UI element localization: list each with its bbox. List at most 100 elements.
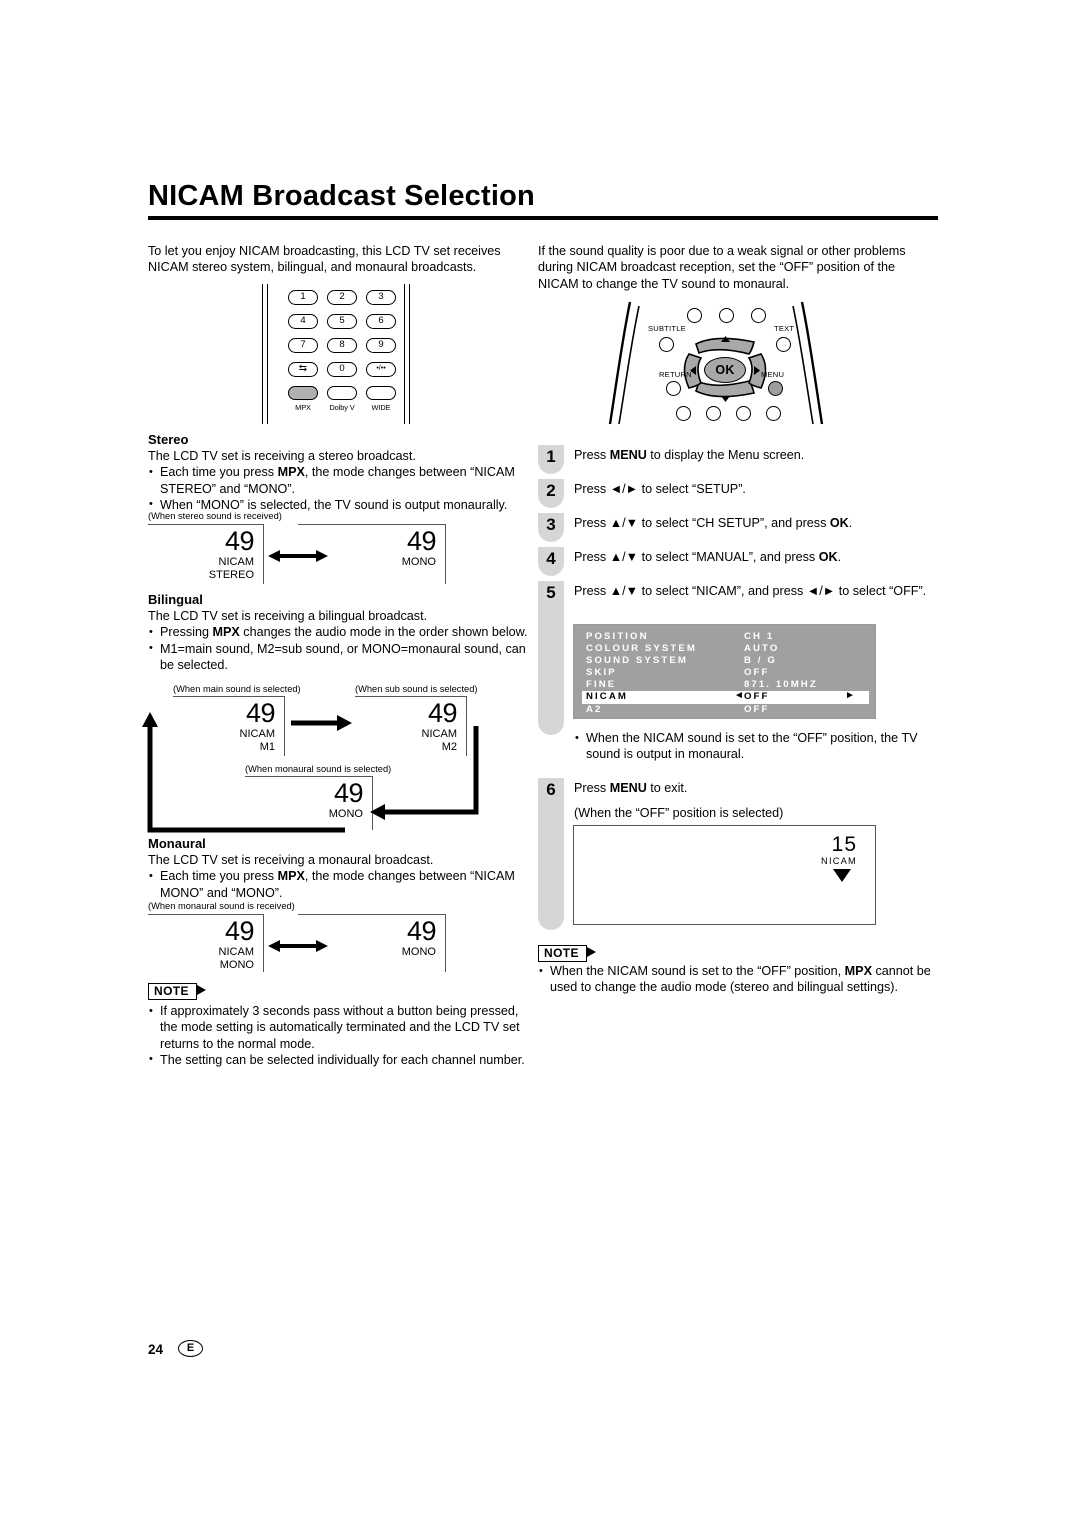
bilingual-section: Bilingual The LCD TV set is receiving a …: [148, 592, 530, 673]
bottom-button-3[interactable]: [736, 406, 751, 421]
key-1[interactable]: 1: [288, 290, 318, 305]
step-4-bold: OK: [818, 550, 838, 564]
swap-channel-icon[interactable]: ⇆: [288, 362, 318, 377]
key-9[interactable]: 9: [366, 338, 396, 353]
text-button[interactable]: [776, 337, 791, 352]
osd-row-skip-value: OFF: [744, 667, 770, 678]
step-5-text: Press ▲/▼ to select “NICAM”, and press ◄…: [574, 581, 934, 600]
bilingual-bullet-1: Pressing MPX changes the audio mode in t…: [148, 624, 530, 641]
key-8[interactable]: 8: [327, 338, 357, 353]
note-right-bullet-key: MPX: [844, 964, 872, 978]
return-button[interactable]: [666, 381, 681, 396]
step-2-number: 2: [538, 479, 564, 508]
osd-note-bullet-block: When the NICAM sound is set to the “OFF”…: [574, 730, 934, 763]
bilingual-description: The LCD TV set is receiving a bilingual …: [148, 609, 428, 623]
title-divider: [148, 216, 938, 220]
stereo-bullet-1: Each time you press MPX, the mode change…: [148, 464, 530, 497]
step-1-post: to display the Menu screen.: [646, 448, 805, 462]
monaural-box-right-number: 49: [406, 916, 437, 946]
remote-edge-right: [404, 284, 410, 424]
channel-display-box: 15 NICAM: [573, 825, 876, 925]
step-4-number: 4: [538, 547, 564, 576]
osd-row-position-value: CH 1: [744, 631, 775, 642]
stereo-box-left-label: NICAM STEREO: [208, 556, 254, 581]
ok-button[interactable]: OK: [704, 357, 746, 383]
page-number: 24: [148, 1342, 164, 1357]
key-6[interactable]: 6: [366, 314, 396, 329]
step-6-bold: MENU: [609, 781, 647, 795]
key-0[interactable]: 0: [327, 362, 357, 377]
subtitle-button[interactable]: [659, 337, 674, 352]
monaural-box-left-label: NICAM MONO: [218, 946, 254, 971]
wide-button[interactable]: [366, 386, 396, 400]
note-badge-left: NOTE: [148, 982, 206, 1000]
page-title: NICAM Broadcast Selection: [148, 180, 535, 212]
monaural-box-nicam-mono: 49 NICAM MONO: [148, 914, 264, 972]
bilingual-bullet-1-post: changes the audio mode in the order show…: [239, 625, 528, 640]
subtitle-button-label: SUBTITLE: [648, 324, 686, 333]
step-2: 2 Press ◄/► to select “SETUP”.: [538, 479, 938, 513]
osd-row-colour-system-key: COLOUR SYSTEM: [586, 643, 697, 654]
key-5[interactable]: 5: [327, 314, 357, 329]
mpx-button-label: MPX: [295, 403, 311, 412]
note-left-bullet-2: The setting can be selected individually…: [148, 1051, 530, 1068]
bottom-button-2[interactable]: [706, 406, 721, 421]
left-column: To let you enjoy NICAM broadcasting, thi…: [148, 243, 528, 276]
menu-button[interactable]: [768, 381, 783, 396]
osd-row-sound-system-key: SOUND SYSTEM: [586, 655, 688, 666]
step-1-number: 1: [538, 445, 564, 474]
key-2[interactable]: 2: [327, 290, 357, 305]
osd-row-a2-key: A2: [586, 704, 603, 715]
bottom-button-4[interactable]: [766, 406, 781, 421]
stereo-diagram-caption: (When stereo sound is received): [148, 511, 282, 521]
monaural-section: Monaural The LCD TV set is receiving a m…: [148, 836, 530, 901]
bilingual-bullet-2: M1=main sound, M2=sub sound, or MONO=mon…: [148, 640, 530, 674]
osd-note-bullet: When the NICAM sound is set to the “OFF”…: [574, 730, 934, 763]
monaural-diagram-caption: (When monaural sound is received): [148, 901, 295, 911]
key-7[interactable]: 7: [288, 338, 318, 353]
monaural-bullet-1-pre: Each time you press: [160, 869, 278, 884]
key-3[interactable]: 3: [366, 290, 396, 305]
osd-nicam-right-arrow-icon[interactable]: ►: [845, 690, 857, 701]
bottom-button-1[interactable]: [676, 406, 691, 421]
stereo-bidirectional-arrow: [268, 550, 328, 562]
osd-row-nicam[interactable]: NICAM ◄ OFF ►: [582, 690, 869, 704]
stereo-bullet-1-pre: Each time you press: [160, 465, 278, 480]
language-marker: E: [178, 1340, 203, 1357]
step-6-number: 6: [538, 778, 564, 807]
stereo-description: The LCD TV set is receiving a stereo bro…: [148, 449, 416, 463]
down-triangle-icon: [833, 869, 851, 882]
top-button-1[interactable]: [687, 308, 702, 323]
step-4-post: .: [837, 550, 842, 564]
bilingual-bullet-1-pre: Pressing: [160, 625, 213, 640]
step-1: 1 Press MENU to display the Menu screen.: [538, 445, 938, 479]
step-3-text: Press ▲/▼ to select “CH SETUP”, and pres…: [574, 513, 938, 532]
dolby-v-button[interactable]: [327, 386, 357, 400]
step-4-pre: Press ▲/▼ to select “MANUAL”, and press: [574, 550, 819, 564]
bilingual-cycle-arrows: [142, 712, 479, 833]
channel-display-number: 15: [831, 833, 857, 856]
intro-left-text: To let you enjoy NICAM broadcasting, thi…: [148, 244, 501, 275]
dot-dotdot-icon[interactable]: •/••: [366, 362, 396, 377]
channel-display-label: NICAM: [821, 856, 857, 866]
note-left-body: If approximately 3 seconds pass without …: [148, 1003, 530, 1068]
return-button-label: RETURN: [659, 370, 692, 379]
osd-row-position-key: POSITION: [586, 631, 649, 642]
note-badge-right: NOTE: [538, 944, 596, 962]
remote-dpad-illustration: OK SUBTITLE TEXT RETURN MENU: [606, 296, 826, 426]
step-6-rail: [538, 807, 564, 930]
osd-row-a2[interactable]: A2 OFF: [574, 704, 877, 717]
top-button-3[interactable]: [751, 308, 766, 323]
key-4[interactable]: 4: [288, 314, 318, 329]
step-6-text: Press MENU to exit.: [574, 778, 938, 797]
step-2-pre: Press ◄/► to select “SETUP”.: [574, 482, 746, 496]
monaural-box-right-label: MONO: [401, 946, 436, 958]
note-badge-left-arrow-icon: [196, 985, 206, 995]
bilingual-bullet-1-key: MPX: [212, 625, 240, 640]
monaural-bullet-1: Each time you press MPX, the mode change…: [148, 868, 530, 901]
osd-row-fine-key: FINE: [586, 679, 617, 690]
top-button-2[interactable]: [719, 308, 734, 323]
osd-row-skip-key: SKIP: [586, 667, 617, 678]
mpx-button[interactable]: [288, 386, 318, 400]
step-6-post: to exit.: [646, 781, 688, 795]
